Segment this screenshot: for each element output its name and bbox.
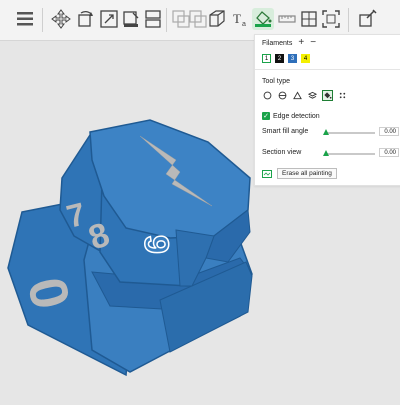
- section-view-slider[interactable]: [325, 153, 375, 155]
- number-9-decal: 9: [137, 235, 175, 254]
- rotate-icon[interactable]: [74, 8, 96, 30]
- add-filament-button[interactable]: +: [298, 38, 304, 48]
- edge-detection-checkbox[interactable]: ✓ Edge detection: [262, 112, 320, 120]
- svg-text:a: a: [242, 21, 246, 28]
- filament-1-button[interactable]: 1: [262, 54, 271, 63]
- panel-divider: [255, 69, 400, 70]
- height-range-icon[interactable]: [307, 90, 318, 101]
- smart-fill-angle-value[interactable]: 0.00: [379, 127, 399, 136]
- cube-icon[interactable]: [206, 8, 228, 30]
- triangle-brush-icon[interactable]: [292, 90, 303, 101]
- paint-panel: Filaments + − 1 2 3 4 Tool type ✓ Edge d…: [254, 34, 400, 186]
- paint-bucket-icon[interactable]: [252, 8, 274, 30]
- edge-detection-label: Edge detection: [273, 112, 320, 120]
- smart-fill-angle-thumb[interactable]: [323, 129, 329, 135]
- filaments-label: Filaments: [262, 39, 293, 47]
- cut-icon[interactable]: [142, 8, 164, 30]
- measure-icon[interactable]: [276, 8, 298, 30]
- toolbar-separator: [42, 8, 43, 32]
- svg-text:T: T: [233, 11, 241, 26]
- filament-list: 1 2 3 4: [262, 54, 314, 63]
- section-view-thumb[interactable]: [323, 150, 329, 156]
- erase-row: Erase all painting: [262, 168, 337, 179]
- smart-fill-angle-slider[interactable]: [325, 132, 375, 134]
- variable-layer-icon[interactable]: [356, 8, 378, 30]
- menu-icon[interactable]: [14, 8, 36, 30]
- text-icon[interactable]: Ta: [230, 8, 252, 30]
- fill-bucket-icon[interactable]: [322, 90, 333, 101]
- toolbar-separator: [166, 8, 167, 32]
- filament-2-button[interactable]: 2: [275, 54, 284, 63]
- lay-on-face-icon[interactable]: [120, 8, 142, 30]
- section-view-value[interactable]: 0.00: [379, 148, 399, 157]
- move-icon[interactable]: [50, 8, 72, 30]
- erase-all-painting-button[interactable]: Erase all painting: [277, 168, 337, 179]
- section-view-label: Section view: [262, 149, 302, 156]
- erase-icon: [262, 169, 272, 178]
- scale-icon[interactable]: [98, 8, 120, 30]
- tool-type-label: Tool type: [262, 78, 291, 85]
- checkmark-icon: ✓: [262, 112, 270, 120]
- gap-fill-icon[interactable]: [337, 90, 348, 101]
- tool-list: [262, 90, 352, 101]
- smart-fill-angle-label: Smart fill angle: [262, 128, 309, 135]
- seam-painting-icon[interactable]: [320, 8, 342, 30]
- filaments-header: Filaments + −: [262, 38, 316, 48]
- assembly-icon[interactable]: [298, 8, 320, 30]
- toolbar-separator: [348, 8, 349, 32]
- sphere-brush-icon[interactable]: [277, 90, 288, 101]
- circle-brush-icon[interactable]: [262, 90, 273, 101]
- remove-filament-button[interactable]: −: [310, 38, 316, 48]
- filament-3-button[interactable]: 3: [288, 54, 297, 63]
- filament-4-button[interactable]: 4: [301, 54, 310, 63]
